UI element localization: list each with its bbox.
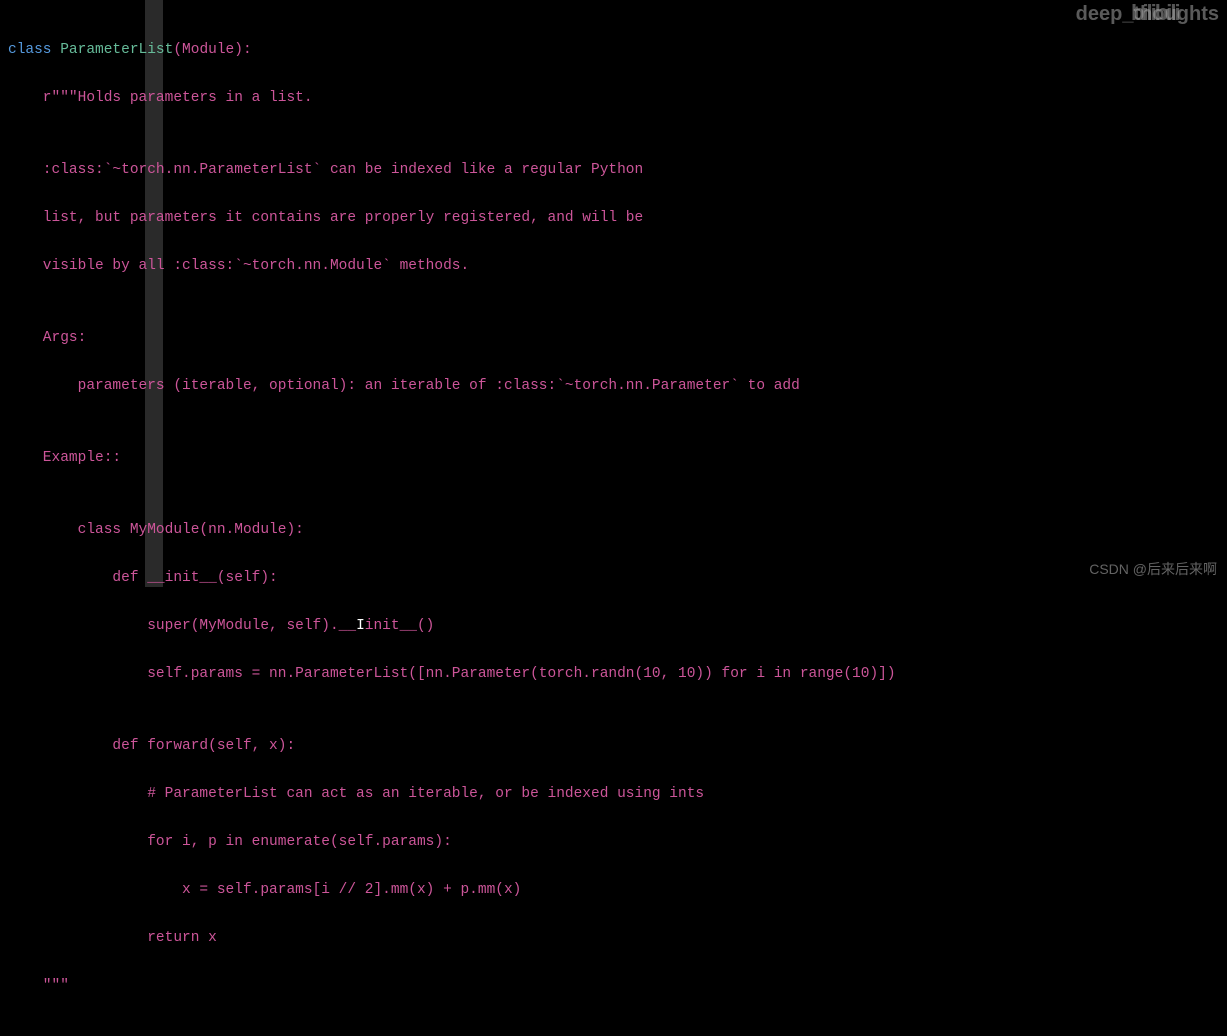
- code-line: list, but parameters it contains are pro…: [8, 206, 1219, 230]
- class-identifier: ParameterList: [60, 42, 173, 58]
- code-line: def forward(self, x):: [8, 734, 1219, 758]
- code-line: def __init__(self):: [8, 566, 1219, 590]
- code-text: (Module):: [173, 42, 251, 58]
- code-text: super(MyModule, self).__: [8, 618, 356, 634]
- text-cursor-icon: I: [356, 618, 365, 634]
- code-editor-area[interactable]: class ParameterList(Module): r"""Holds p…: [0, 0, 1227, 1036]
- code-line: Args:: [8, 326, 1219, 350]
- code-line: Example::: [8, 446, 1219, 470]
- watermark-bottom: CSDN @后来后来啊: [1089, 557, 1217, 581]
- code-line: visible by all :class:`~torch.nn.Module`…: [8, 254, 1219, 278]
- code-line: super(MyModule, self).__Iinit__(): [8, 614, 1219, 638]
- code-line: return x: [8, 926, 1219, 950]
- code-line: :class:`~torch.nn.ParameterList` can be …: [8, 158, 1219, 182]
- code-text: init__(): [365, 618, 435, 634]
- code-line: # ParameterList can act as an iterable, …: [8, 782, 1219, 806]
- watermark-logo: bilibili: [1131, 0, 1221, 31]
- code-line: self.params = nn.ParameterList([nn.Param…: [8, 662, 1219, 686]
- code-line: parameters (iterable, optional): an iter…: [8, 374, 1219, 398]
- code-line: x = self.params[i // 2].mm(x) + p.mm(x): [8, 878, 1219, 902]
- code-line: class ParameterList(Module):: [8, 38, 1219, 62]
- code-line: r"""Holds parameters in a list.: [8, 86, 1219, 110]
- code-line: for i, p in enumerate(self.params):: [8, 830, 1219, 854]
- keyword-class: class: [8, 42, 60, 58]
- code-line: """: [8, 974, 1219, 998]
- svg-text:bilibili: bilibili: [1131, 0, 1179, 25]
- code-line: class MyModule(nn.Module):: [8, 518, 1219, 542]
